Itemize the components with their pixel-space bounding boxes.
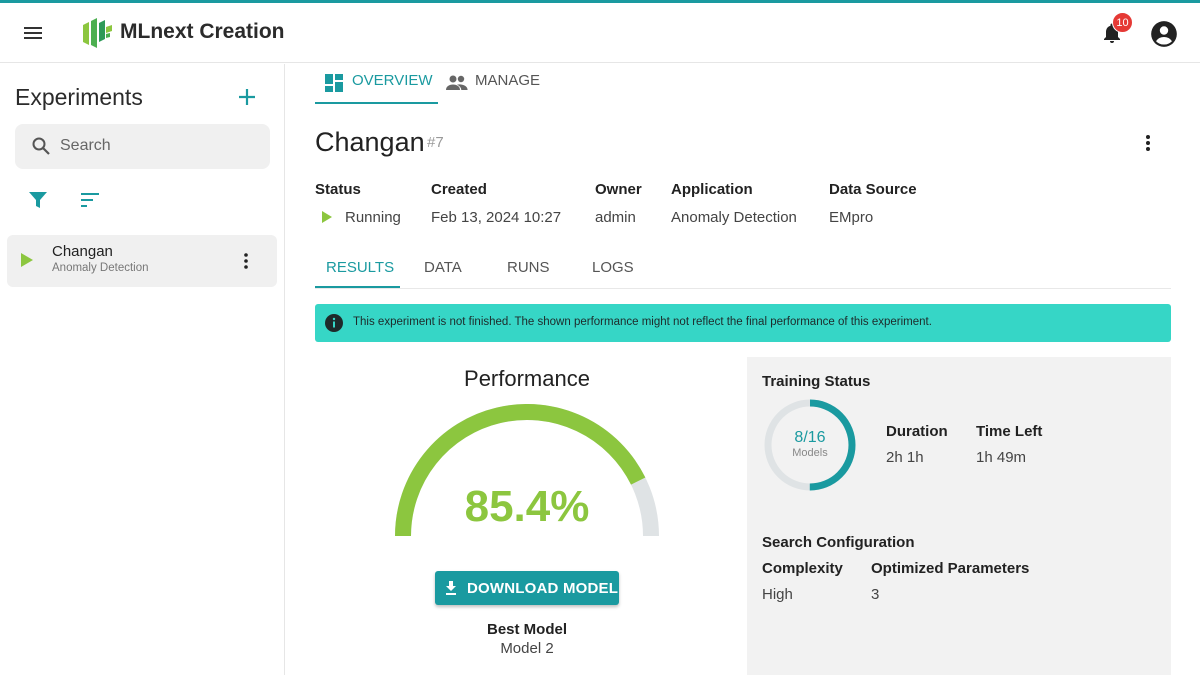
optimized-parameters-label: Optimized Parameters bbox=[871, 560, 1030, 577]
info-banner-text: This experiment is not finished. The sho… bbox=[353, 316, 932, 328]
main-content: OVERVIEW MANAGE Changan #7 Status Runnin… bbox=[286, 64, 1200, 675]
more-vert-icon[interactable] bbox=[239, 251, 253, 271]
tab-overview[interactable]: OVERVIEW bbox=[352, 72, 433, 89]
app-title: MLnext Creation bbox=[120, 20, 285, 43]
search-icon bbox=[32, 137, 50, 155]
duration-value: 2h 1h bbox=[886, 449, 924, 466]
experiment-more-vert-icon[interactable] bbox=[1141, 132, 1155, 154]
created-label: Created bbox=[431, 181, 487, 198]
application-label: Application bbox=[671, 181, 753, 198]
search-configuration-label: Search Configuration bbox=[762, 534, 915, 551]
models-label: Models bbox=[792, 447, 828, 459]
experiments-sidebar: Experiments Changan Anomaly Detection bbox=[0, 64, 285, 675]
data-source-value: EMpro bbox=[829, 209, 874, 226]
time-left-value: 1h 49m bbox=[976, 449, 1027, 466]
training-status-title: Training Status bbox=[762, 373, 871, 390]
search-box bbox=[15, 124, 270, 169]
training-status-panel: Training Status 8/16 Models Duration 2h … bbox=[747, 357, 1171, 675]
experiment-title: Changan bbox=[315, 127, 425, 157]
experiment-number: #7 bbox=[427, 134, 444, 151]
tab-runs[interactable]: RUNS bbox=[507, 259, 550, 276]
optimized-parameters-value: 3 bbox=[871, 586, 880, 603]
complexity-label: Complexity bbox=[762, 560, 843, 577]
experiment-item-name: Changan bbox=[52, 243, 113, 260]
dashboard-icon bbox=[325, 74, 343, 92]
menu-icon[interactable] bbox=[22, 22, 46, 44]
add-experiment-plus-icon[interactable] bbox=[236, 86, 258, 108]
download-icon bbox=[446, 581, 456, 595]
application-value: Anomaly Detection bbox=[671, 209, 797, 226]
notification-count-badge: 10 bbox=[1112, 12, 1133, 33]
owner-label: Owner bbox=[595, 181, 642, 198]
experiment-item-type: Anomaly Detection bbox=[52, 262, 149, 274]
tab-manage[interactable]: MANAGE bbox=[475, 72, 540, 89]
people-icon bbox=[446, 75, 468, 90]
info-banner: This experiment is not finished. The sho… bbox=[315, 304, 1171, 342]
complexity-value: High bbox=[762, 586, 793, 603]
info-icon bbox=[325, 314, 343, 332]
mlnext-logo-icon bbox=[83, 18, 112, 48]
tab-results[interactable]: RESULTS bbox=[326, 259, 394, 276]
tab-data[interactable]: DATA bbox=[424, 259, 462, 276]
running-play-icon bbox=[21, 253, 33, 267]
account-circle-icon[interactable] bbox=[1150, 20, 1178, 48]
created-value: Feb 13, 2024 10:27 bbox=[431, 209, 562, 226]
sidebar-title: Experiments bbox=[15, 84, 143, 110]
status-value: Running bbox=[345, 209, 401, 226]
filter-icon[interactable] bbox=[28, 190, 48, 210]
status-label: Status bbox=[315, 181, 361, 198]
owner-value: admin bbox=[595, 209, 636, 226]
download-model-label: DOWNLOAD MODEL bbox=[467, 580, 619, 597]
experiment-list-item[interactable]: Changan Anomaly Detection bbox=[7, 235, 277, 287]
search-input[interactable] bbox=[60, 132, 260, 160]
download-model-button[interactable]: DOWNLOAD MODEL bbox=[435, 571, 619, 605]
tabs-divider bbox=[315, 288, 1171, 289]
tab-logs[interactable]: LOGS bbox=[592, 259, 634, 276]
time-left-label: Time Left bbox=[976, 423, 1043, 440]
models-count: 8/16 bbox=[794, 429, 826, 446]
tab-overview-indicator bbox=[315, 102, 438, 104]
sort-icon[interactable] bbox=[80, 191, 100, 209]
data-source-label: Data Source bbox=[829, 181, 917, 198]
running-status-icon bbox=[322, 211, 332, 223]
app-header: MLnext Creation 10 bbox=[0, 3, 1200, 63]
duration-label: Duration bbox=[886, 423, 948, 440]
